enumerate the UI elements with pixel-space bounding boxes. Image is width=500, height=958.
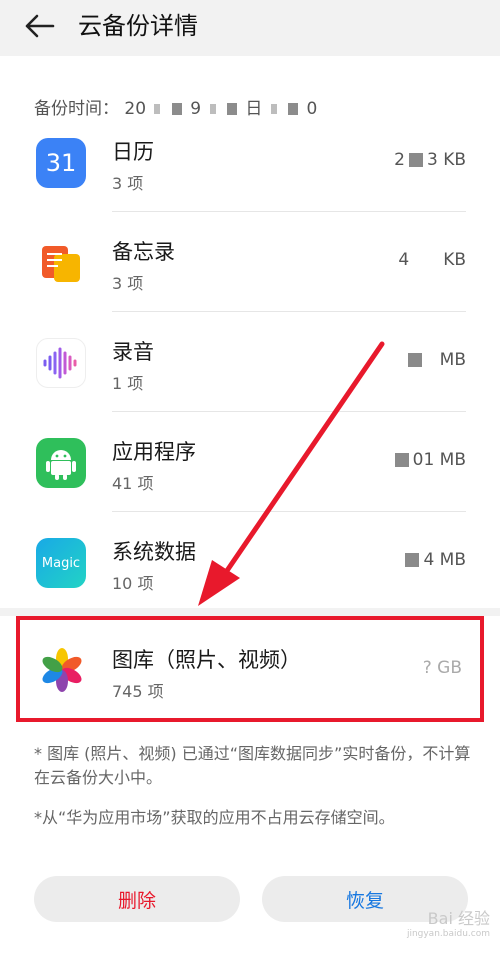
- item-count: 10 项: [112, 574, 154, 593]
- item-count: 41 项: [112, 474, 154, 493]
- item-name: 系统数据: [112, 540, 196, 564]
- item-count: 3 项: [112, 174, 144, 193]
- gallery-note: * 图库 (照片、视频) 已通过“图库数据同步”实时备份，不计算在云备份大小中。: [34, 744, 471, 787]
- gallery-name: 图库（照片、视频）: [112, 648, 301, 672]
- list-item[interactable]: 备忘录 3 项 4 KB: [0, 212, 500, 312]
- watermark: Bai 经验 jingyan.baidu.com: [406, 909, 490, 939]
- notes-icon: [36, 238, 86, 288]
- list-item[interactable]: Magic 系统数据 10 项 4 MB: [0, 512, 500, 612]
- item-count: 3 项: [112, 274, 144, 293]
- item-size: 4 KB: [398, 250, 466, 270]
- item-name: 日历: [112, 140, 154, 164]
- item-size: MB: [406, 350, 466, 370]
- android-icon: [36, 438, 86, 488]
- gallery-row[interactable]: 图库（照片、视频） 745 项 ? GB: [16, 616, 484, 722]
- calendar-icon: 31: [36, 138, 86, 188]
- gallery-count: 745 项: [112, 682, 164, 701]
- item-name: 录音: [112, 340, 154, 364]
- back-button[interactable]: [20, 8, 60, 44]
- header-bar: 云备份详情: [0, 0, 500, 56]
- item-size: 4 MB: [403, 550, 466, 570]
- item-name: 备忘录: [112, 240, 175, 264]
- app-market-note: *从“华为应用市场”获取的应用不占用云存储空间。: [34, 808, 395, 827]
- list-item[interactable]: 31 日历 3 项 23 KB: [0, 112, 500, 212]
- page-title: 云备份详情: [78, 12, 198, 40]
- gallery-size: ? GB: [422, 658, 462, 678]
- magic-icon: Magic: [36, 538, 86, 588]
- recorder-icon: [36, 338, 86, 388]
- item-count: 1 项: [112, 374, 144, 393]
- list-item[interactable]: 录音 1 项 MB: [0, 312, 500, 412]
- item-size: 23 KB: [394, 150, 466, 170]
- gallery-icon: [38, 646, 86, 694]
- item-name: 应用程序: [112, 440, 196, 464]
- arrow-left-icon: [25, 14, 55, 38]
- delete-button[interactable]: 删除: [34, 876, 240, 922]
- list-item[interactable]: 应用程序 41 项 01 MB: [0, 412, 500, 512]
- item-size: 01 MB: [393, 450, 466, 470]
